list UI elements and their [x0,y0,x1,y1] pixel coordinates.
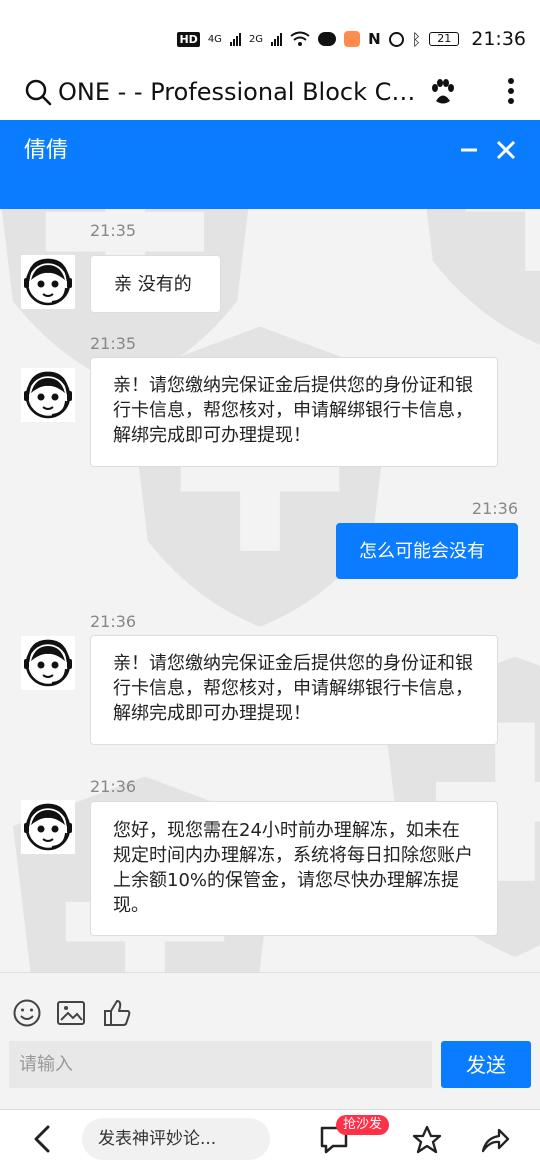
like-icon[interactable] [102,998,132,1028]
battery-icon: 21 [429,32,460,46]
agent-message-bubble: 亲！请您缴纳完保证金后提供您的身份证和银行卡信息，帮您核对，申请解绑银行卡信息，… [90,635,498,745]
comment-badge: 抢沙发 [336,1115,390,1135]
send-button[interactable]: 发送 [441,1041,531,1088]
back-icon[interactable] [30,1124,54,1154]
message-time: 21:36 [471,499,518,518]
minimize-icon[interactable] [459,140,479,160]
network-1-label: 4G [207,33,222,45]
agent-avatar-icon [21,636,75,690]
agent-name: 倩倩 [24,138,69,163]
chat-messages[interactable]: 21:35 亲 没有的 21:35 亲！请您缴纳完保证金后提供您的身份证和银行卡… [0,209,540,972]
share-icon[interactable] [479,1126,511,1154]
agent-message-bubble: 亲 没有的 [90,255,221,313]
more-options-icon[interactable] [506,76,516,106]
agent-message-bubble: 亲！请您缴纳完保证金后提供您的身份证和银行卡信息，帮您核对，申请解绑银行卡信息，… [90,357,498,467]
star-icon[interactable] [412,1125,442,1155]
close-icon[interactable] [495,139,517,161]
nfc-icon: N [368,30,381,48]
message-time: 21:35 [90,334,137,353]
agent-avatar-icon [21,255,75,309]
agent-avatar-icon [21,368,75,422]
status-bar: HD 4G 2G N ᛒ 21 21:36 [0,0,540,64]
message-input[interactable] [9,1041,432,1088]
customer-message-bubble: 怎么可能会没有 [336,523,518,579]
emoji-icon[interactable] [12,998,42,1028]
image-icon[interactable] [56,998,86,1028]
page-title[interactable]: ONE - - Professional Block Ch... [58,76,418,108]
signal-2-icon [271,32,283,46]
bluetooth-icon: ᛒ [411,29,422,49]
hd-indicator: HD [177,31,200,47]
agent-avatar-icon [21,800,75,854]
alarm-icon [388,31,404,47]
battery-level: 21 [437,32,452,45]
search-icon[interactable] [24,78,52,106]
baidu-paw-icon[interactable] [428,77,458,107]
chat-header: 倩倩 [0,120,540,209]
message-time: 21:36 [90,777,137,796]
message-time: 21:36 [90,612,137,631]
message-time: 21:35 [90,221,137,240]
message-icon [318,32,337,46]
status-time: 21:36 [471,28,526,50]
network-2-label: 2G [248,33,264,45]
comment-input[interactable]: 发表神评妙论... [82,1118,270,1160]
message-input-area: 发送 [0,972,540,1109]
app-notification-icon [344,31,361,47]
browser-bottom-bar: 发表神评妙论... 抢沙发 [0,1109,540,1170]
status-icons: HD 4G 2G N ᛒ 21 21:36 [177,28,526,50]
wifi-icon [290,31,310,46]
browser-top-bar: ONE - - Professional Block Ch... [0,64,540,120]
agent-message-bubble: 您好，现您需在24小时前办理解冻，如未在规定时间内办理解冻，系统将每日扣除您账户… [90,801,498,936]
signal-1-icon [229,32,241,46]
